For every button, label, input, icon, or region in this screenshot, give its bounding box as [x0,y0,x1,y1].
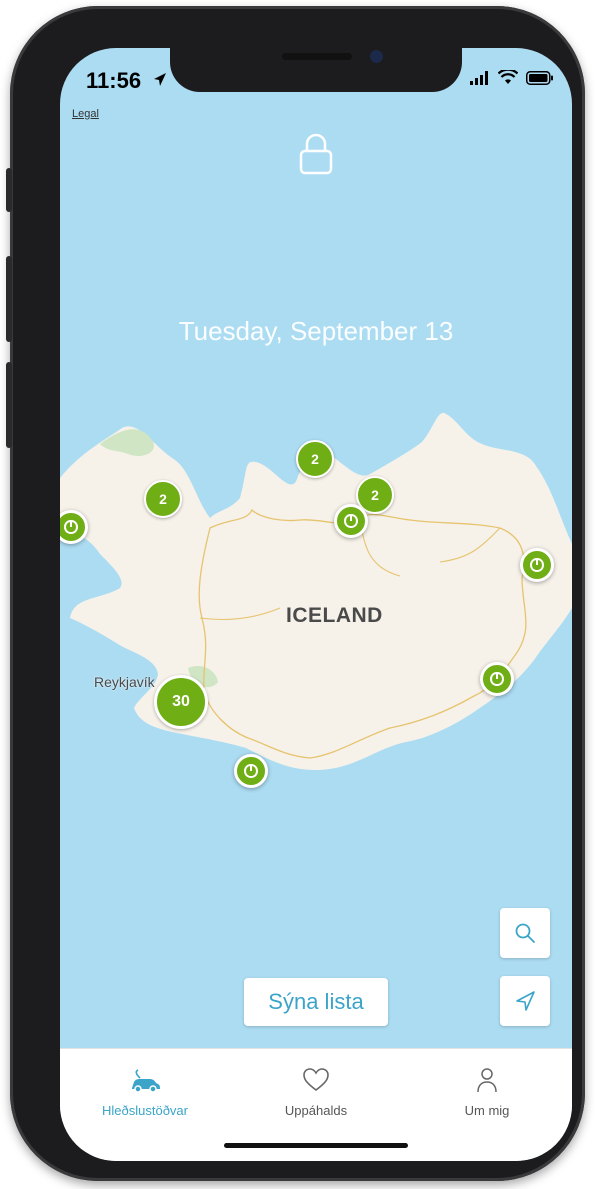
tab-favorites[interactable]: Uppáhalds [231,1049,401,1129]
plug-icon [343,514,359,528]
charging-station-pin[interactable] [480,662,514,696]
tab-label: Hleðslustöðvar [102,1103,188,1118]
iceland-map[interactable] [60,48,572,1048]
lock-icon [299,133,333,175]
home-indicator[interactable] [224,1143,408,1148]
locate-me-button[interactable] [500,976,550,1026]
screen: 11:56 Legal Tuesday, September 13 ICELAN… [60,48,572,1161]
notch [170,48,462,92]
station-cluster[interactable]: 30 [154,675,208,729]
charging-station-pin[interactable] [234,754,268,788]
volume-down-button [6,362,12,448]
tab-about-me[interactable]: Um mig [402,1049,572,1129]
navigation-arrow-icon [516,991,535,1011]
charging-station-pin[interactable] [334,504,368,538]
lock-date: Tuesday, September 13 [178,316,454,346]
station-cluster[interactable]: 2 [296,440,334,478]
volume-up-button [6,256,12,342]
plug-icon [63,520,79,534]
speaker [282,53,352,60]
battery-icon [526,70,553,85]
plug-icon [243,764,259,778]
tab-label: Um mig [464,1103,510,1118]
status-time: 11:56 [86,68,142,93]
charging-station-pin[interactable] [520,548,554,582]
phone-frame: 11:56 Legal Tuesday, September 13 ICELAN… [6,6,585,1181]
front-camera [370,50,383,63]
station-cluster[interactable]: 2 [144,480,182,518]
tab-label: Uppáhalds [284,1103,348,1118]
city-label: Reykjavík [94,674,155,690]
wifi-icon [498,70,518,84]
heart-icon [303,1068,329,1092]
legal-link[interactable]: Legal [72,108,99,120]
status-icons [470,70,554,85]
tab-charging-stations[interactable]: Hleðslustöðvar [60,1049,230,1129]
show-list-button[interactable]: Sýna lista [244,978,388,1026]
person-icon [477,1068,497,1093]
country-label: ICELAND [286,604,383,627]
search-icon [515,923,535,943]
mute-switch [6,168,12,212]
location-arrow-icon [154,73,166,86]
tab-bar: Hleðslustöðvar Uppáhalds Um mig [60,1048,572,1161]
plug-icon [529,558,545,572]
plug-icon [489,672,505,686]
search-button[interactable] [500,908,550,958]
signal-icon [470,70,488,85]
ev-car-icon [132,1069,160,1093]
